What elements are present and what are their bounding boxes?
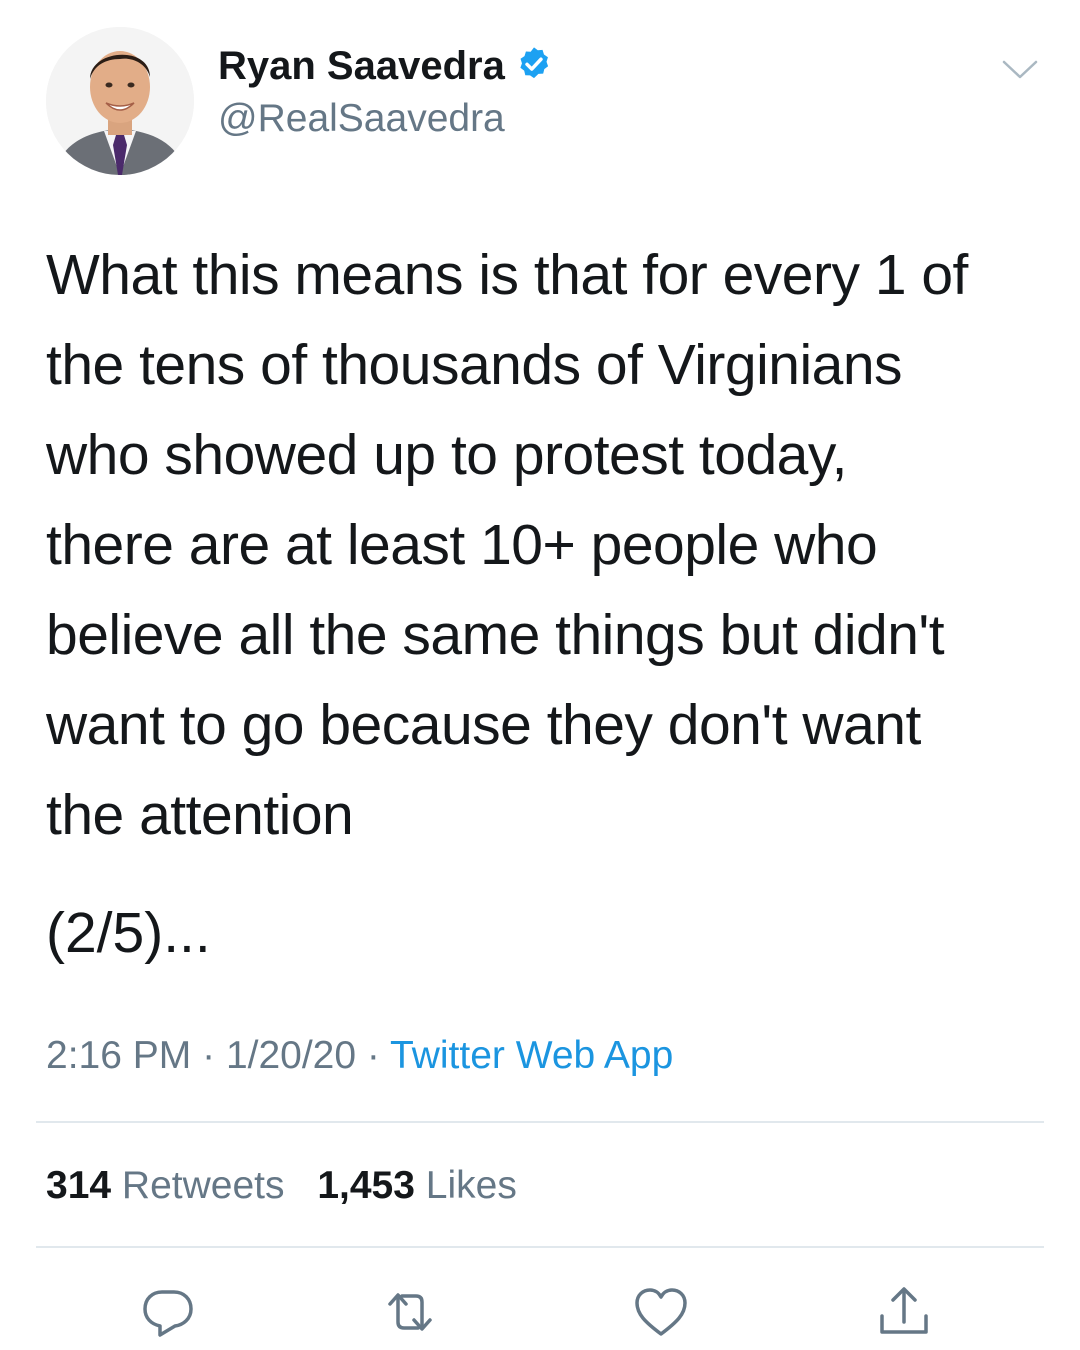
author-handle[interactable]: @RealSaavedra <box>218 94 505 144</box>
share-button[interactable] <box>874 1282 934 1342</box>
tweet-text-line: the attention <box>46 783 354 847</box>
tweet-text-line: the tens of thousands of Virginians <box>46 333 903 397</box>
tweet-text-line: want to go because they don't want <box>46 693 921 757</box>
tweet-meta: 2:16 PM · 1/20/20 · Twitter Web App <box>46 1030 673 1082</box>
retweets-stat[interactable]: 314 Retweets <box>46 1164 285 1207</box>
meta-separator: · <box>366 1034 380 1077</box>
tweet-text: What this means is that for every 1 of t… <box>46 230 1046 860</box>
like-button[interactable] <box>631 1282 691 1342</box>
divider <box>36 1246 1044 1248</box>
tweet-source-link[interactable]: Twitter Web App <box>390 1034 673 1077</box>
avatar[interactable] <box>46 27 194 175</box>
tweet-date[interactable]: 1/20/20 <box>226 1034 356 1077</box>
likes-stat[interactable]: 1,453 Likes <box>317 1164 517 1207</box>
retweets-count: 314 <box>46 1164 112 1207</box>
tweet-detail: Ryan Saavedra @RealSaavedra What this me… <box>0 0 1080 1350</box>
tweet-stats: 314 Retweets 1,453 Likes <box>46 1160 539 1212</box>
tweet-text-line: What this means is that for every 1 of <box>46 243 968 307</box>
verified-badge-icon <box>520 47 548 79</box>
retweet-icon <box>388 1293 432 1331</box>
likes-count: 1,453 <box>317 1164 415 1207</box>
meta-separator: · <box>202 1034 216 1077</box>
author-name[interactable]: Ryan Saavedra <box>218 40 553 92</box>
retweets-label: Retweets <box>121 1164 285 1207</box>
like-icon <box>635 1288 687 1336</box>
tweet-time[interactable]: 2:16 PM <box>46 1034 191 1077</box>
retweet-button[interactable] <box>380 1282 440 1342</box>
thread-marker: (2/5)... <box>46 901 211 965</box>
divider <box>36 1121 1044 1123</box>
tweet-text-line: who showed up to protest today, <box>46 423 847 487</box>
reply-icon <box>143 1290 193 1337</box>
avatar-photo <box>46 27 194 175</box>
share-icon <box>880 1287 928 1334</box>
reply-button[interactable] <box>138 1282 198 1342</box>
likes-label: Likes <box>425 1164 517 1207</box>
author-name-text: Ryan Saavedra <box>218 44 505 88</box>
tweet-text-line: there are at least 10+ people who <box>46 513 878 577</box>
more-options-button[interactable] <box>1000 58 1040 82</box>
tweet-text-line: believe all the same things but didn't <box>46 603 945 667</box>
chevron-down-icon <box>1002 60 1038 79</box>
